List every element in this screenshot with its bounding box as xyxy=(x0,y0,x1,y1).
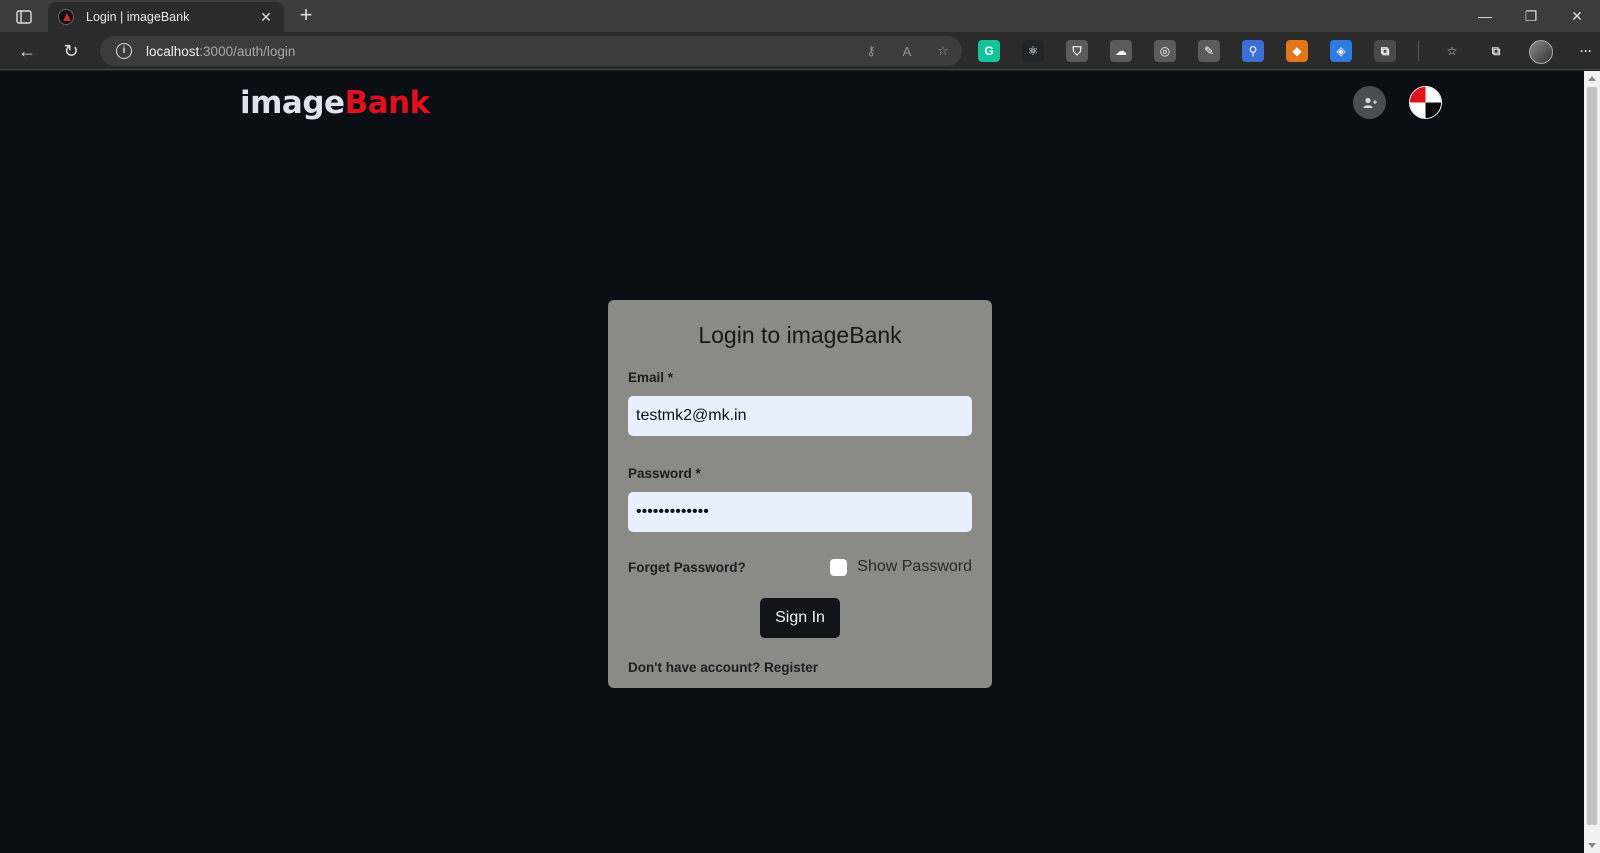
window-controls: — ❐ ✕ xyxy=(1462,0,1600,32)
browser-toolbar: ← ↻ i localhost:3000/auth/login ⚷ A ☆ G ⚛… xyxy=(0,32,1600,70)
page-scrollbar[interactable] xyxy=(1584,71,1600,853)
read-aloud-icon[interactable]: A xyxy=(898,42,916,60)
toolbar-separator xyxy=(1418,41,1419,61)
tab-close-icon[interactable]: ✕ xyxy=(258,9,274,26)
user-menu-button[interactable] xyxy=(1353,86,1386,119)
email-label: Email * xyxy=(628,370,674,385)
tab-actions-icon[interactable] xyxy=(10,6,38,28)
login-title: Login to imageBank xyxy=(698,322,902,348)
minimize-button[interactable]: — xyxy=(1462,0,1508,32)
url-path: :3000/auth/login xyxy=(199,43,296,59)
logo-text-bank: Bank xyxy=(344,85,431,121)
site-logo[interactable]: imageBank xyxy=(240,85,430,121)
address-bar-actions: ⚷ A ☆ xyxy=(862,42,952,60)
login-options-row: Forget Password? Show Password xyxy=(628,556,972,578)
profile-avatar[interactable] xyxy=(1529,40,1553,64)
url-host: localhost xyxy=(146,43,200,59)
show-password-label: Show Password xyxy=(857,558,972,575)
metamask-icon[interactable]: ◆ xyxy=(1286,40,1308,62)
key-icon[interactable]: ⚷ xyxy=(862,42,880,60)
site-info-icon[interactable]: i xyxy=(116,43,132,59)
show-password-checkbox[interactable] xyxy=(830,558,848,576)
pen-icon[interactable]: ✎ xyxy=(1198,40,1220,62)
scroll-up-icon[interactable] xyxy=(1588,76,1596,81)
email-field[interactable] xyxy=(628,396,972,436)
sign-in-button[interactable]: Sign In xyxy=(760,598,840,638)
new-tab-button[interactable]: + xyxy=(294,4,318,28)
restore-button[interactable]: ❐ xyxy=(1508,0,1554,32)
address-bar[interactable]: i localhost:3000/auth/login ⚷ A ☆ xyxy=(100,36,962,66)
add-user-icon xyxy=(1363,97,1377,108)
browser-tab-active[interactable]: Login | imageBank ✕ xyxy=(48,2,284,32)
grammarly-icon[interactable]: G xyxy=(978,40,1000,62)
magnifier-icon[interactable]: ⚲ xyxy=(1242,40,1264,62)
back-button[interactable]: ← xyxy=(14,39,40,63)
extensions-row: G ⚛ ⛉ ☁ ◎ ✎ ⚲ ◆ ◈ ⧉ ☆ ⧉ ··· xyxy=(978,40,1597,64)
tab-title: Login | imageBank xyxy=(86,10,190,24)
react-devtools-icon[interactable]: ⚛ xyxy=(1022,40,1044,62)
target-icon[interactable]: ◎ xyxy=(1154,40,1176,62)
favorites-icon[interactable]: ☆ xyxy=(1441,40,1463,62)
theme-quadrant-icon xyxy=(1410,87,1441,118)
page-viewport: imageBank Login to imageBank Email * Pas… xyxy=(0,71,1584,853)
settings-more-icon[interactable]: ··· xyxy=(1575,40,1597,62)
site-favicon-icon xyxy=(58,9,74,25)
scrollbar-thumb[interactable] xyxy=(1587,87,1597,825)
close-window-button[interactable]: ✕ xyxy=(1554,0,1600,32)
shield-icon[interactable]: ⛉ xyxy=(1066,40,1088,62)
register-link[interactable]: Don't have account? Register xyxy=(628,660,972,675)
puzzle-icon[interactable]: ⧉ xyxy=(1374,40,1396,62)
logo-text-image: image xyxy=(240,85,345,121)
forget-password-link[interactable]: Forget Password? xyxy=(628,560,746,575)
reload-button[interactable]: ↻ xyxy=(58,39,84,63)
scroll-down-icon[interactable] xyxy=(1588,843,1596,848)
browser-tab-bar: Login | imageBank ✕ + — ❐ ✕ xyxy=(0,0,1600,32)
theme-toggle-button[interactable] xyxy=(1409,86,1442,119)
add-favorite-icon[interactable]: ☆ xyxy=(934,42,952,60)
password-field[interactable] xyxy=(628,492,972,532)
login-card: Login to imageBank Email * Password * Fo… xyxy=(608,300,992,688)
tag-icon[interactable]: ◈ xyxy=(1330,40,1352,62)
show-password-toggle[interactable]: Show Password xyxy=(830,558,972,576)
cloud-icon[interactable]: ☁ xyxy=(1110,40,1132,62)
signin-wrap: Sign In xyxy=(628,598,972,638)
collections-icon[interactable]: ⧉ xyxy=(1485,40,1507,62)
password-label: Password * xyxy=(628,466,701,481)
